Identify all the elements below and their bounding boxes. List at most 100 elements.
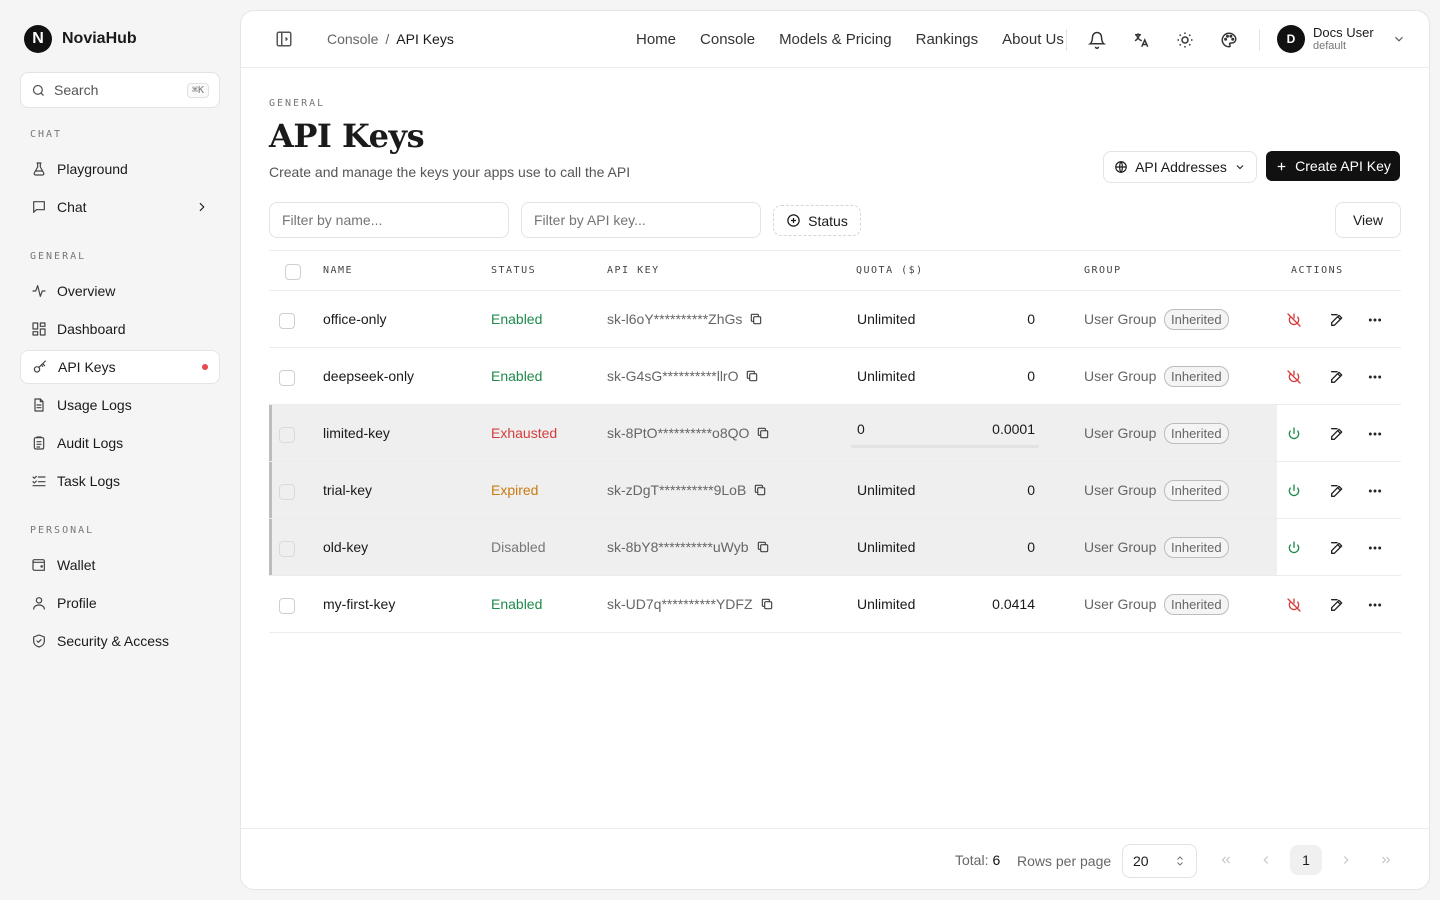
row-checkbox[interactable] [279, 370, 295, 386]
column-quota[interactable]: QUOTA ($) [856, 265, 924, 276]
more-actions-button[interactable] [1366, 425, 1384, 443]
inherited-badge: Inherited [1164, 480, 1229, 501]
table-row[interactable]: limited-key Exhausted sk-8PtO**********o8Q… [269, 405, 1401, 462]
topnav-about-us[interactable]: About Us [1002, 31, 1064, 48]
status-badge: Disabled [491, 539, 546, 555]
edit-key-button[interactable] [1328, 482, 1346, 500]
table-row[interactable]: old-key Disabled sk-8bY8**********uWyb Unli… [269, 519, 1401, 576]
page-1-button[interactable]: 1 [1290, 845, 1322, 875]
notifications-button[interactable] [1086, 29, 1108, 51]
sidebar-item-usage-logs[interactable]: Usage Logs [20, 388, 220, 422]
more-actions-button[interactable] [1366, 311, 1384, 329]
more-actions-button[interactable] [1366, 482, 1384, 500]
filter-name-input[interactable] [269, 202, 509, 238]
enable-key-button[interactable] [1285, 482, 1303, 500]
row-checkbox[interactable] [279, 598, 295, 614]
sidebar-item-profile[interactable]: Profile [20, 586, 220, 620]
topnav-models-pricing[interactable]: Models & Pricing [779, 31, 892, 48]
palette-button[interactable] [1218, 29, 1240, 51]
copy-icon [755, 484, 766, 496]
key-name: trial-key [323, 482, 373, 498]
table-row[interactable]: deepseek-only Enabled sk-G4sG**********llr… [269, 348, 1401, 405]
enable-key-button[interactable] [1285, 425, 1303, 443]
copy-key-button[interactable] [760, 597, 774, 611]
disable-key-button[interactable] [1285, 311, 1303, 329]
breadcrumb-current: API Keys [396, 31, 454, 47]
sidebar-toggle-button[interactable] [275, 30, 295, 50]
filter-key-input[interactable] [521, 202, 761, 238]
last-page-button[interactable] [1376, 850, 1396, 870]
masked-key: sk-8bY8**********uWyb [607, 539, 749, 555]
more-actions-button[interactable] [1366, 539, 1384, 557]
create-api-key-button[interactable]: Create API Key [1266, 151, 1400, 181]
row-checkbox[interactable] [279, 541, 295, 557]
sidebar-item-api-keys[interactable]: API Keys [20, 350, 220, 384]
sidebar-item-overview[interactable]: Overview [20, 274, 220, 308]
user-menu-button[interactable]: D Docs User default [1277, 25, 1406, 53]
status-badge: Enabled [491, 596, 543, 612]
api-key-value: sk-UD7q**********YDFZ [607, 596, 774, 612]
status-filter-label: Status [808, 212, 848, 229]
edit-key-button[interactable] [1328, 539, 1346, 557]
column-status[interactable]: STATUS [491, 265, 536, 276]
table-row[interactable]: office-only Enabled sk-l6oY**********ZhGs U… [269, 291, 1401, 348]
table-row[interactable]: my-first-key Enabled sk-UD7q**********YDFZ… [269, 576, 1401, 633]
previous-page-button[interactable] [1256, 850, 1276, 870]
row-checkbox[interactable] [279, 427, 295, 443]
column-name[interactable]: NAME [323, 265, 353, 276]
edit-key-button[interactable] [1328, 311, 1346, 329]
copy-key-button[interactable] [745, 369, 759, 383]
column-api-key[interactable]: API KEY [607, 265, 660, 276]
select-all-checkbox[interactable] [285, 264, 301, 280]
edit-key-button[interactable] [1328, 425, 1346, 443]
column-actions: ACTIONS [1291, 265, 1344, 276]
copy-key-button[interactable] [756, 540, 770, 554]
topnav-console[interactable]: Console [700, 31, 755, 48]
sidebar-item-task-logs[interactable]: Task Logs [20, 464, 220, 498]
user-group: default [1313, 39, 1347, 52]
topbar: Console / API Keys Home Console Models & P… [241, 11, 1429, 68]
sidebar-item-dashboard[interactable]: Dashboard [20, 312, 220, 346]
table-row[interactable]: trial-key Expired sk-zDgT**********9LoB Unl… [269, 462, 1401, 519]
edit-icon [1331, 599, 1343, 611]
copy-key-button[interactable] [753, 483, 767, 497]
edit-key-button[interactable] [1328, 368, 1346, 386]
breadcrumb-console[interactable]: Console [327, 31, 378, 47]
next-page-button[interactable] [1336, 850, 1356, 870]
topnav-home[interactable]: Home [636, 31, 676, 48]
sidebar-toggle-icon [276, 31, 292, 47]
quota-total: Unlimited [857, 596, 916, 612]
sidebar-item-audit-logs[interactable]: Audit Logs [20, 426, 220, 460]
sidebar-item-chat[interactable]: Chat [20, 190, 220, 224]
copy-key-button[interactable] [749, 312, 763, 326]
rows-per-page-select[interactable]: 20 [1122, 844, 1197, 878]
more-actions-button[interactable] [1366, 596, 1384, 614]
list-check-icon-wrap [31, 473, 47, 489]
language-button[interactable] [1130, 29, 1152, 51]
table-body: office-only Enabled sk-l6oY**********ZhGs U… [269, 291, 1401, 633]
theme-toggle-button[interactable] [1174, 29, 1196, 51]
sidebar-item-wallet[interactable]: Wallet [20, 548, 220, 582]
column-group[interactable]: GROUP [1084, 265, 1122, 276]
disable-key-button[interactable] [1285, 596, 1303, 614]
view-options-button[interactable]: View [1335, 202, 1401, 238]
edit-key-button[interactable] [1328, 596, 1346, 614]
disable-key-button[interactable] [1285, 368, 1303, 386]
api-addresses-button[interactable]: API Addresses [1103, 151, 1257, 183]
more-actions-button[interactable] [1366, 368, 1384, 386]
wallet-icon [32, 559, 45, 571]
sidebar-item-playground[interactable]: Playground [20, 152, 220, 186]
search-button[interactable]: Search ⌘K [20, 72, 220, 108]
row-checkbox[interactable] [279, 313, 295, 329]
brand[interactable]: N NoviaHub [24, 25, 137, 53]
topnav-rankings[interactable]: Rankings [916, 31, 979, 48]
sidebar-item-label: Playground [57, 161, 128, 177]
enable-key-button[interactable] [1285, 539, 1303, 557]
first-page-button[interactable] [1216, 850, 1236, 870]
copy-key-button[interactable] [756, 426, 770, 440]
sidebar-item-security-access[interactable]: Security & Access [20, 624, 220, 658]
page-title: API Keys [269, 117, 425, 155]
status-filter-button[interactable]: Status [773, 205, 861, 236]
sidebar-section-general: GENERAL [30, 251, 87, 262]
row-checkbox[interactable] [279, 484, 295, 500]
